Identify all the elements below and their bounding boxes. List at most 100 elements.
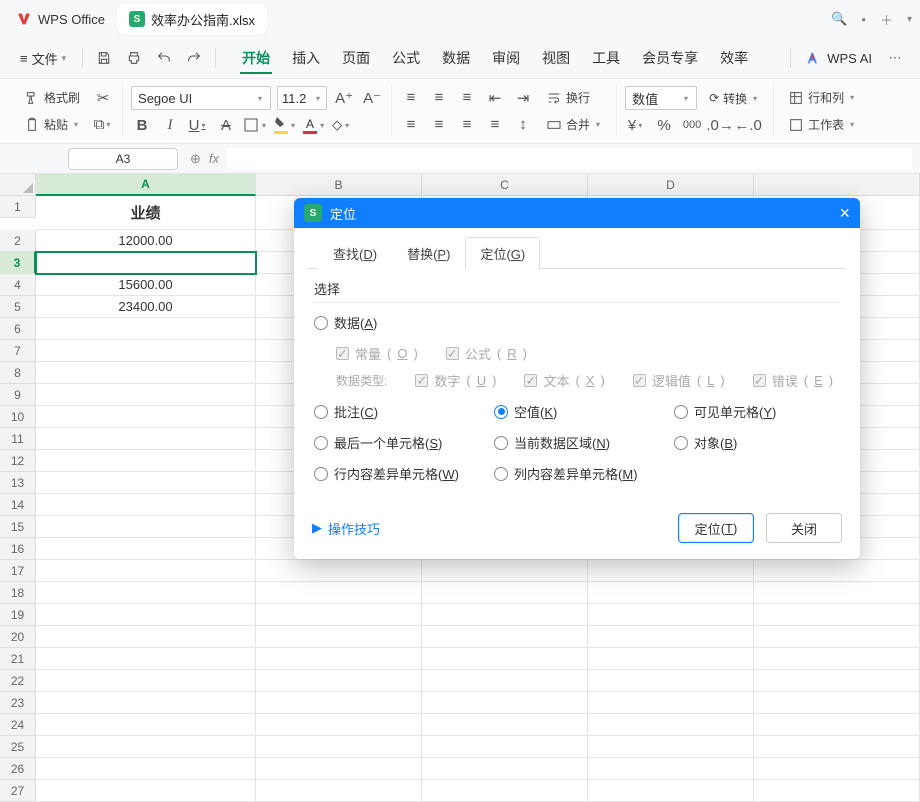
cell[interactable] <box>422 604 588 626</box>
cell[interactable] <box>36 692 256 714</box>
radio-col-diff[interactable]: 列内容差异单元格(M) <box>494 464 674 483</box>
cut-icon[interactable]: ✂ <box>92 87 114 109</box>
align-top-icon[interactable]: ≡ <box>400 87 422 109</box>
paste-button[interactable]: 粘贴▾ <box>18 113 86 136</box>
ribbon-tab-2[interactable]: 页面 <box>340 42 372 74</box>
cell[interactable]: 业绩 <box>36 196 256 230</box>
ribbon-tab-8[interactable]: 会员专享 <box>640 42 700 74</box>
cell[interactable] <box>36 758 256 780</box>
indent-increase-icon[interactable]: ⇥ <box>512 87 534 109</box>
row-header[interactable]: 4 <box>0 274 36 296</box>
radio-object[interactable]: 对象(B) <box>674 433 844 452</box>
tips-link[interactable]: ▶操作技巧 <box>312 519 380 538</box>
align-right-icon[interactable]: ≡ <box>456 114 478 136</box>
align-bottom-icon[interactable]: ≡ <box>456 87 478 109</box>
cell[interactable] <box>36 340 256 362</box>
merge-button[interactable]: 合并▾ <box>540 113 608 136</box>
cell[interactable] <box>422 692 588 714</box>
font-color-button[interactable]: A▾ <box>303 116 326 134</box>
row-header[interactable]: 26 <box>0 758 36 780</box>
ribbon-tab-7[interactable]: 工具 <box>590 42 622 74</box>
row-header[interactable]: 17 <box>0 560 36 582</box>
cell[interactable] <box>36 516 256 538</box>
redo-icon[interactable] <box>181 45 207 71</box>
cell[interactable] <box>754 670 920 692</box>
cell[interactable] <box>256 780 422 802</box>
dialog-close-icon[interactable]: × <box>839 204 850 222</box>
fx-label[interactable]: fx <box>209 151 219 166</box>
cell[interactable] <box>36 582 256 604</box>
cell[interactable] <box>256 604 422 626</box>
row-header[interactable]: 7 <box>0 340 36 362</box>
radio-data[interactable]: 数据(A) <box>314 313 494 332</box>
border-button[interactable]: ▾ <box>243 117 268 133</box>
cell[interactable] <box>754 736 920 758</box>
fill-color-button[interactable]: ▾ <box>274 116 297 134</box>
col-header[interactable] <box>754 174 920 196</box>
ribbon-tab-3[interactable]: 公式 <box>390 42 422 74</box>
cell[interactable] <box>256 692 422 714</box>
row-header[interactable]: 18 <box>0 582 36 604</box>
row-header[interactable]: 20 <box>0 626 36 648</box>
cell[interactable] <box>754 692 920 714</box>
cell[interactable] <box>588 560 754 582</box>
radio-blank[interactable]: 空值(K) <box>494 402 674 421</box>
cell[interactable]: 15600.00 <box>36 274 256 296</box>
underline-button[interactable]: U▾ <box>187 114 209 136</box>
radio-row-diff[interactable]: 行内容差异单元格(W) <box>314 464 494 483</box>
cell[interactable] <box>36 252 256 274</box>
row-header[interactable]: 19 <box>0 604 36 626</box>
row-header[interactable]: 27 <box>0 780 36 802</box>
font-size-select[interactable]: 11.2▾ <box>277 86 327 110</box>
row-header[interactable]: 9 <box>0 384 36 406</box>
cell[interactable] <box>754 626 920 648</box>
copy-icon[interactable]: ⧉▾ <box>92 114 114 136</box>
row-header[interactable]: 2 <box>0 230 36 252</box>
document-tab[interactable]: S 效率办公指南.xlsx <box>117 4 267 35</box>
cell[interactable] <box>422 780 588 802</box>
cell[interactable] <box>256 714 422 736</box>
row-col-button[interactable]: 行和列▾ <box>782 86 862 109</box>
radio-last-cell[interactable]: 最后一个单元格(S) <box>314 433 494 452</box>
wps-ai-button[interactable]: WPS AI <box>805 50 872 66</box>
clear-format-button[interactable]: ◇▾ <box>332 117 351 133</box>
increase-decimal-icon[interactable]: .0→ <box>709 114 731 136</box>
cell[interactable] <box>754 560 920 582</box>
increase-font-icon[interactable]: A⁺ <box>333 87 355 109</box>
cell[interactable]: 12000.00 <box>36 230 256 252</box>
ribbon-tab-6[interactable]: 视图 <box>540 42 572 74</box>
orientation-icon[interactable]: ↕ <box>512 114 534 136</box>
comma-icon[interactable]: 000 <box>681 114 703 136</box>
tab-overflow-chevron-icon[interactable]: ▾ <box>907 14 912 25</box>
cell[interactable] <box>422 648 588 670</box>
row-header[interactable]: 14 <box>0 494 36 516</box>
close-button[interactable]: 关闭 <box>766 513 842 543</box>
cell[interactable] <box>422 714 588 736</box>
worksheet-button[interactable]: 工作表▾ <box>782 113 862 136</box>
cell[interactable] <box>36 428 256 450</box>
col-header[interactable]: B <box>256 174 422 196</box>
row-header[interactable]: 6 <box>0 318 36 340</box>
convert-button[interactable]: ⟳转换▾ <box>703 87 765 110</box>
row-header[interactable]: 13 <box>0 472 36 494</box>
zoom-icon[interactable]: ⊕ <box>190 151 201 167</box>
ribbon-tab-1[interactable]: 插入 <box>290 42 322 74</box>
row-header[interactable]: 23 <box>0 692 36 714</box>
cell[interactable] <box>36 538 256 560</box>
cell[interactable] <box>256 736 422 758</box>
menu-button[interactable]: ≡ 文件 ▾ <box>12 45 74 72</box>
align-justify-icon[interactable]: ≡ <box>484 114 506 136</box>
radio-comment[interactable]: 批注(C) <box>314 402 494 421</box>
cell[interactable] <box>588 648 754 670</box>
col-header[interactable]: A <box>36 174 256 196</box>
ribbon-tab-9[interactable]: 效率 <box>718 42 750 74</box>
cell[interactable] <box>256 670 422 692</box>
cell[interactable] <box>588 692 754 714</box>
mic-icon[interactable]: 🔍 <box>831 11 847 27</box>
cell[interactable] <box>588 736 754 758</box>
radio-visible[interactable]: 可见单元格(Y) <box>674 402 844 421</box>
row-header[interactable]: 24 <box>0 714 36 736</box>
cell[interactable] <box>36 384 256 406</box>
indent-decrease-icon[interactable]: ⇤ <box>484 87 506 109</box>
cell[interactable] <box>754 582 920 604</box>
